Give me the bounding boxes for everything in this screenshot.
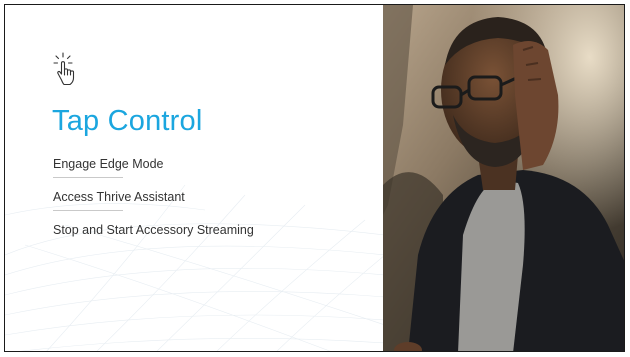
page-title: Tap Control: [52, 105, 203, 137]
list-item-engage-edge-mode: Engage Edge Mode: [53, 157, 164, 171]
photo-man-touching-ear: [383, 5, 624, 351]
slide: Tap Control Engage Edge Mode Access Thri…: [4, 4, 625, 352]
list-item-accessory-streaming: Stop and Start Accessory Streaming: [53, 223, 254, 237]
divider: [53, 210, 123, 211]
list-item-access-thrive-assistant: Access Thrive Assistant: [53, 190, 185, 204]
feature-list: Engage Edge Mode Access Thrive Assistant…: [53, 155, 293, 240]
divider: [53, 177, 123, 178]
tap-gesture-icon: [53, 52, 75, 86]
